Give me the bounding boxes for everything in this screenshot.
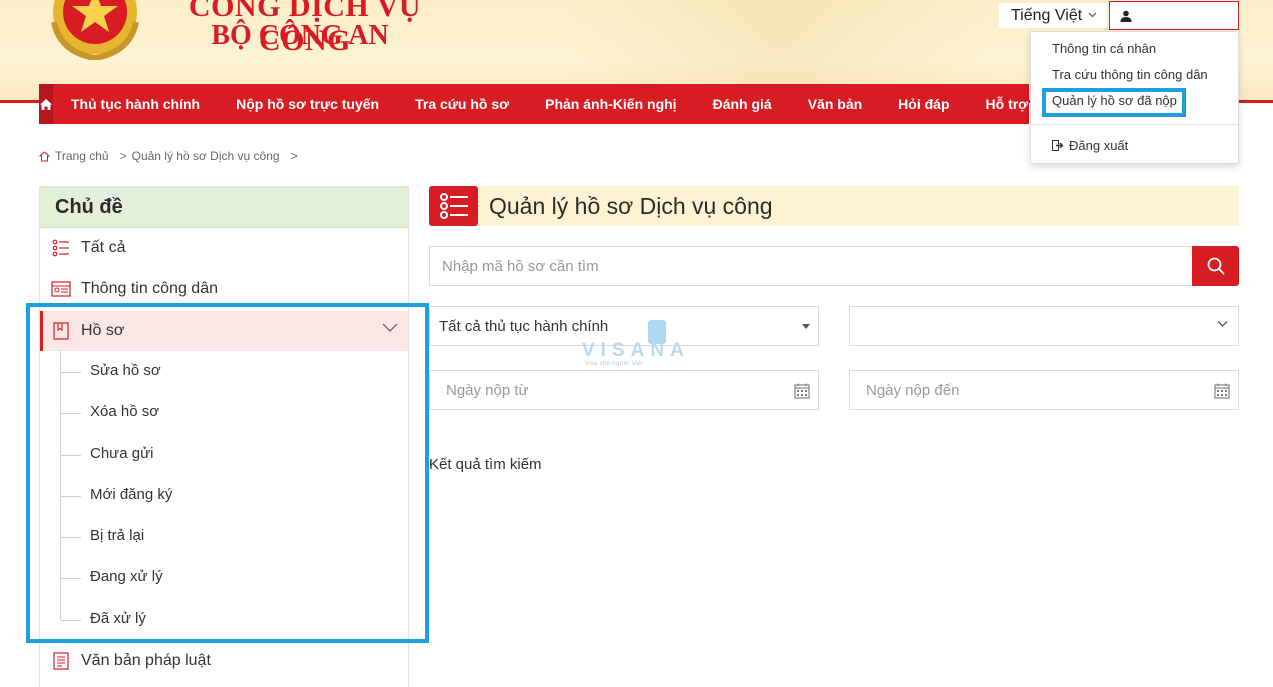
date-from-placeholder: Ngày nộp từ	[446, 381, 529, 399]
sidebar-item-label: Tất cả	[81, 239, 126, 256]
logout-icon	[1052, 140, 1064, 151]
brand-title-line2: BỘ CÔNG AN	[211, 20, 389, 51]
sidebar-item-all[interactable]: Tất cả	[40, 228, 408, 268]
date-to-placeholder: Ngày nộp đến	[866, 381, 960, 399]
date-from-input[interactable]: Ngày nộp từ	[429, 370, 819, 410]
visana-watermark: VISANA Visa cho người Việt	[582, 318, 697, 370]
search-results-label: Kết quả tìm kiếm	[429, 456, 542, 473]
id-card-icon	[51, 279, 71, 299]
menu-item-logout[interactable]: Đăng xuất	[1052, 138, 1128, 153]
language-select[interactable]: Tiếng Việt	[999, 3, 1107, 28]
breadcrumb-separator: >	[119, 149, 127, 163]
user-dropdown-menu: Thông tin cá nhân Tra cứu thông tin công…	[1030, 31, 1239, 164]
nav-item-submit-online[interactable]: Nộp hồ sơ trực tuyến	[218, 84, 397, 124]
user-account-button[interactable]	[1109, 1, 1239, 30]
breadcrumb: Trang chủ > Quản lý hồ sơ Dịch vụ công >	[39, 149, 298, 163]
page-title-bar: Quản lý hồ sơ Dịch vụ công	[429, 186, 1239, 226]
sidebar-item-label: Thông tin công dân	[81, 280, 218, 297]
language-select-value: Tiếng Việt	[1011, 6, 1083, 24]
search-icon	[1207, 257, 1225, 275]
sidebar-item-legal-docs[interactable]: Văn bản pháp luật	[40, 641, 408, 681]
search-button[interactable]	[1192, 246, 1239, 286]
nav-item-faq[interactable]: Hỏi đáp	[880, 84, 967, 124]
list-icon	[429, 186, 478, 226]
breadcrumb-separator-end: >	[290, 149, 298, 163]
calendar-icon[interactable]	[794, 383, 810, 399]
police-emblem-logo[interactable]	[40, 0, 150, 60]
list-icon	[51, 238, 71, 258]
menu-item-personal-info[interactable]: Thông tin cá nhân	[1052, 41, 1156, 56]
main-nav: Thủ tục hành chính Nộp hồ sơ trực tuyến …	[39, 84, 1029, 124]
secondary-select[interactable]	[849, 306, 1239, 346]
logout-label: Đăng xuất	[1069, 138, 1129, 153]
breadcrumb-home[interactable]: Trang chủ	[55, 149, 109, 163]
watermark-tagline: Visa cho người Việt	[585, 361, 644, 367]
calendar-icon[interactable]	[1214, 383, 1230, 399]
breadcrumb-current: Quản lý hồ sơ Dịch vụ công	[131, 149, 280, 163]
nav-item-feedback[interactable]: Phản ánh-Kiến nghị	[527, 84, 694, 124]
menu-item-citizen-lookup[interactable]: Tra cứu thông tin công dân	[1052, 67, 1208, 82]
document-icon	[51, 651, 71, 671]
page-title: Quản lý hồ sơ Dịch vụ công	[489, 192, 773, 219]
nav-item-rating[interactable]: Đánh giá	[695, 84, 790, 124]
nav-item-procedures[interactable]: Thủ tục hành chính	[53, 84, 218, 124]
sidebar-heading: Chủ đề	[40, 187, 408, 228]
search-input[interactable]: Nhập mã hồ sơ cần tìm	[429, 246, 1193, 286]
date-to-input[interactable]: Ngày nộp đến	[849, 370, 1239, 410]
watermark-brand: VISANA	[582, 340, 690, 361]
sidebar-item-label: Văn bản pháp luật	[81, 652, 211, 669]
nav-item-documents[interactable]: Văn bản	[790, 84, 880, 124]
home-icon	[40, 98, 52, 110]
nav-item-lookup[interactable]: Tra cứu hồ sơ	[397, 84, 527, 124]
search-placeholder: Nhập mã hồ sơ cần tìm	[442, 257, 599, 275]
chevron-down-icon	[1217, 321, 1228, 327]
highlight-box-files-section	[26, 303, 429, 643]
caret-down-icon	[802, 324, 810, 329]
chevron-down-icon	[1088, 10, 1097, 21]
nav-home-button[interactable]	[39, 84, 53, 124]
user-icon	[1120, 10, 1132, 22]
highlight-box-menu	[1042, 88, 1186, 117]
home-outline-icon	[39, 150, 50, 161]
menu-divider	[1031, 124, 1238, 125]
